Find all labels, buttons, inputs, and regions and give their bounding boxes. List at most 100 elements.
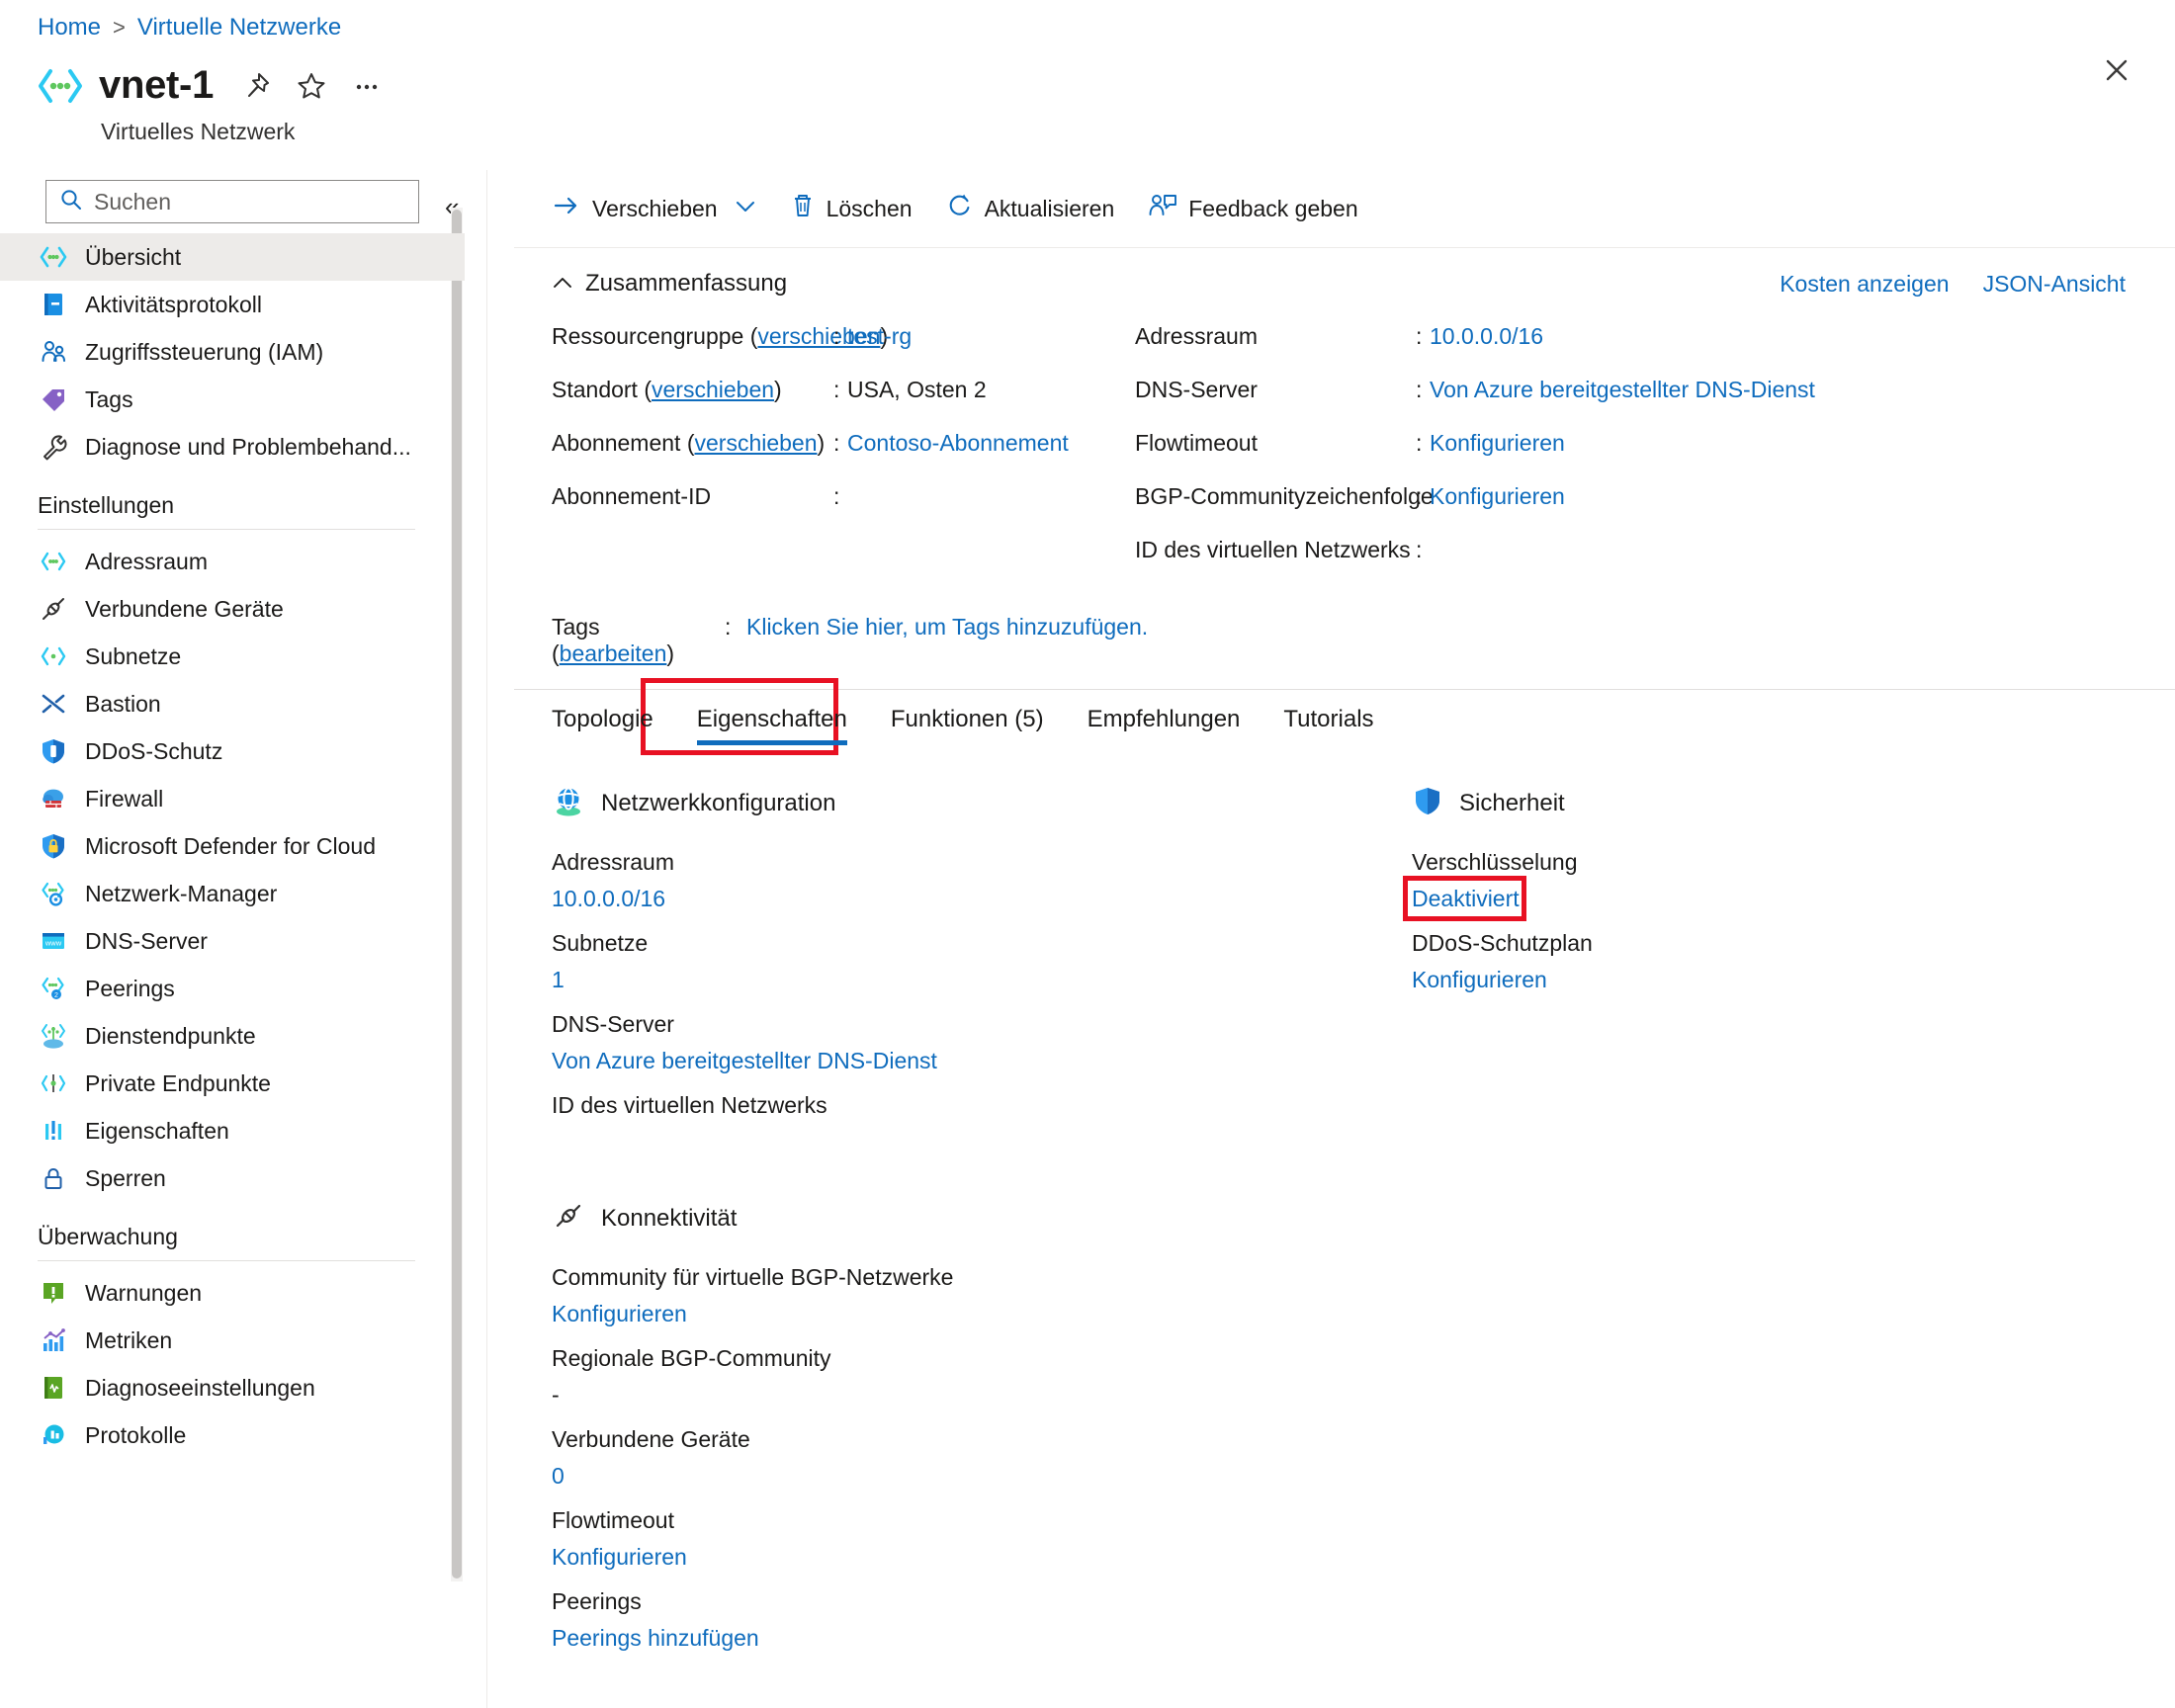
sidebar-item-sperren[interactable]: Sperren: [0, 1154, 465, 1202]
move-resource-link[interactable]: verschieben: [652, 377, 774, 402]
search-input[interactable]: [94, 189, 391, 215]
sidebar-item-subnetze[interactable]: Subnetze: [0, 633, 465, 680]
summary-row-colon: :: [833, 430, 847, 457]
close-icon[interactable]: [2096, 49, 2137, 91]
property-value[interactable]: 10.0.0.0/16: [552, 888, 1412, 910]
tab-tutorials[interactable]: Tutorials: [1283, 690, 1373, 733]
trash-icon: [790, 192, 816, 225]
sidebar-item-netzwerk-manager[interactable]: Netzwerk-Manager: [0, 870, 465, 917]
sidebar-section-header: Überwachung: [0, 1224, 465, 1250]
property-value[interactable]: 1: [552, 969, 1412, 991]
sidebar-item-protokolle[interactable]: Protokolle: [0, 1411, 465, 1459]
sidebar-item-ddos-schutz[interactable]: DDoS-Schutz: [0, 727, 465, 775]
sidebar-item-diagnoseeinstellungen[interactable]: Diagnoseeinstellungen: [0, 1364, 465, 1411]
sidebar-item-bastion[interactable]: Bastion: [0, 680, 465, 727]
properties-icon: [38, 1115, 69, 1147]
sidebar-item-aktivit-tsprotokoll[interactable]: Aktivitätsprotokoll: [0, 281, 465, 328]
chevron-down-icon[interactable]: [735, 198, 756, 220]
property-value[interactable]: Konfigurieren: [1412, 969, 2104, 991]
encryption-value-wrapper: Deaktiviert: [1412, 888, 1520, 910]
summary-row-key: Abonnement-ID: [552, 483, 833, 510]
summary-row-value[interactable]: Contoso-Abonnement: [847, 430, 1069, 457]
property-label: DDoS-Schutzplan: [1412, 932, 2104, 955]
move-button-label: Verschieben: [592, 196, 718, 222]
tab-label: Eigenschaften: [697, 706, 847, 732]
view-cost-link[interactable]: Kosten anzeigen: [1780, 271, 1949, 298]
property-value[interactable]: 0: [552, 1465, 1412, 1488]
summary-row-value[interactable]: Konfigurieren: [1430, 430, 1565, 457]
summary-row-key: Abonnement (verschieben): [552, 430, 833, 457]
feedback-button[interactable]: Feedback geben: [1148, 192, 1357, 225]
sidebar-section-title: Überwachung: [38, 1224, 465, 1250]
property-value[interactable]: Konfigurieren: [552, 1303, 1412, 1325]
azure-portal-page: Home > Virtuelle Netzwerke vnet-1: [0, 0, 2175, 1708]
summary-links: Kosten anzeigen JSON-Ansicht: [1780, 271, 2126, 298]
breadcrumb-home[interactable]: Home: [38, 14, 101, 42]
sidebar-item-verbundene-ger-te[interactable]: Verbundene Geräte: [0, 585, 465, 633]
summary-row: Ressourcengruppe (verschieben):test-rg: [552, 323, 1135, 377]
tab-eigenschaften[interactable]: Eigenschaften: [697, 690, 847, 733]
sidebar-item-dienstendpunkte[interactable]: Dienstendpunkte: [0, 1012, 465, 1060]
connectivity-header: Konnektivität: [552, 1200, 1412, 1237]
summary-row-value: USA, Osten 2: [847, 377, 987, 403]
summary-row-key: Ressourcengruppe (verschieben): [552, 323, 833, 350]
refresh-button[interactable]: Aktualisieren: [946, 192, 1115, 225]
pin-icon[interactable]: [239, 69, 273, 103]
chevron-up-icon: [552, 270, 573, 298]
breadcrumb: Home > Virtuelle Netzwerke: [38, 14, 341, 42]
sidebar-item-warnungen[interactable]: Warnungen: [0, 1269, 465, 1317]
property-value[interactable]: Konfigurieren: [552, 1546, 1412, 1569]
summary-row-value[interactable]: 10.0.0.0/16: [1430, 323, 1543, 350]
property-value[interactable]: Von Azure bereitgestellter DNS-Dienst: [552, 1050, 1412, 1072]
json-view-link[interactable]: JSON-Ansicht: [1983, 271, 2126, 298]
search-box[interactable]: [45, 180, 419, 223]
sidebar-item-label: Diagnoseeinstellungen: [85, 1375, 315, 1402]
refresh-button-label: Aktualisieren: [985, 196, 1115, 222]
property-value[interactable]: Deaktiviert: [1412, 886, 1520, 911]
vnet-icon: [38, 65, 83, 107]
summary-key-text: Ressourcengruppe: [552, 323, 743, 349]
sidebar-section-divider: [38, 1260, 415, 1261]
sidebar-item-label: Subnetze: [85, 643, 181, 670]
tags-edit-link[interactable]: bearbeiten: [560, 640, 667, 666]
sidebar-item-metriken[interactable]: Metriken: [0, 1317, 465, 1364]
property-value[interactable]: Peerings hinzufügen: [552, 1627, 1412, 1650]
bastion-icon: [38, 688, 69, 720]
property-label: ID des virtuellen Netzwerks: [552, 1094, 1412, 1117]
sidebar-item-tags[interactable]: Tags: [0, 376, 465, 423]
star-icon[interactable]: [295, 69, 328, 103]
sidebar-item-dns-server[interactable]: wwwDNS-Server: [0, 917, 465, 965]
tags-add-link[interactable]: Klicken Sie hier, um Tags hinzuzufügen.: [746, 614, 1148, 640]
connectivity-list: Community für virtuelle BGP-NetzwerkeKon…: [552, 1266, 1412, 1671]
breadcrumb-virtual-networks[interactable]: Virtuelle Netzwerke: [137, 14, 341, 42]
ddos-shield-icon: [38, 735, 69, 767]
ellipsis-icon[interactable]: [350, 69, 384, 103]
move-resource-link[interactable]: verschieben: [695, 430, 818, 456]
sidebar-item-peerings[interactable]: 2Peerings: [0, 965, 465, 1012]
summary-properties-right: Adressraum:10.0.0.0/16DNS-Server:Von Azu…: [1135, 323, 2025, 590]
sidebar-item-bersicht[interactable]: Übersicht: [0, 233, 465, 281]
sidebar-item-diagnose-und-problembehand[interactable]: Diagnose und Problembehand...: [0, 423, 465, 470]
summary-row-colon: :: [833, 323, 847, 350]
summary-row-value[interactable]: Von Azure bereitgestellter DNS-Dienst: [1430, 377, 1815, 403]
tab-empfehlungen[interactable]: Empfehlungen: [1088, 690, 1241, 733]
summary-row-value[interactable]: Konfigurieren: [1430, 483, 1565, 510]
sidebar-item-label: Tags: [85, 386, 133, 413]
summary-key-text: Abonnement-ID: [552, 483, 711, 509]
sidebar-item-firewall[interactable]: Firewall: [0, 775, 465, 822]
delete-button[interactable]: Löschen: [790, 192, 913, 225]
sidebar-item-microsoft-defender-for-cloud[interactable]: Microsoft Defender for Cloud: [0, 822, 465, 870]
security-header: Sicherheit: [1412, 785, 2104, 821]
tab-topologie[interactable]: Topologie: [552, 690, 653, 733]
sidebar-item-private-endpunkte[interactable]: Private Endpunkte: [0, 1060, 465, 1107]
sidebar-item-adressraum[interactable]: Adressraum: [0, 538, 465, 585]
sidebar-item-zugriffssteuerung-iam[interactable]: Zugriffssteuerung (IAM): [0, 328, 465, 376]
tab-funktionen-5[interactable]: Funktionen (5): [891, 690, 1044, 733]
tab-active-underline: [697, 740, 847, 745]
move-button[interactable]: Verschieben: [552, 193, 756, 224]
tab-bar: Topologie Eigenschaften Funktionen (5) Empf…: [514, 689, 2175, 753]
summary-collapse-toggle[interactable]: Zusammenfassung: [552, 270, 787, 298]
sidebar-item-eigenschaften[interactable]: Eigenschaften: [0, 1107, 465, 1154]
summary-key-text: Standort: [552, 377, 638, 402]
summary-row-value[interactable]: test-rg: [847, 323, 912, 350]
